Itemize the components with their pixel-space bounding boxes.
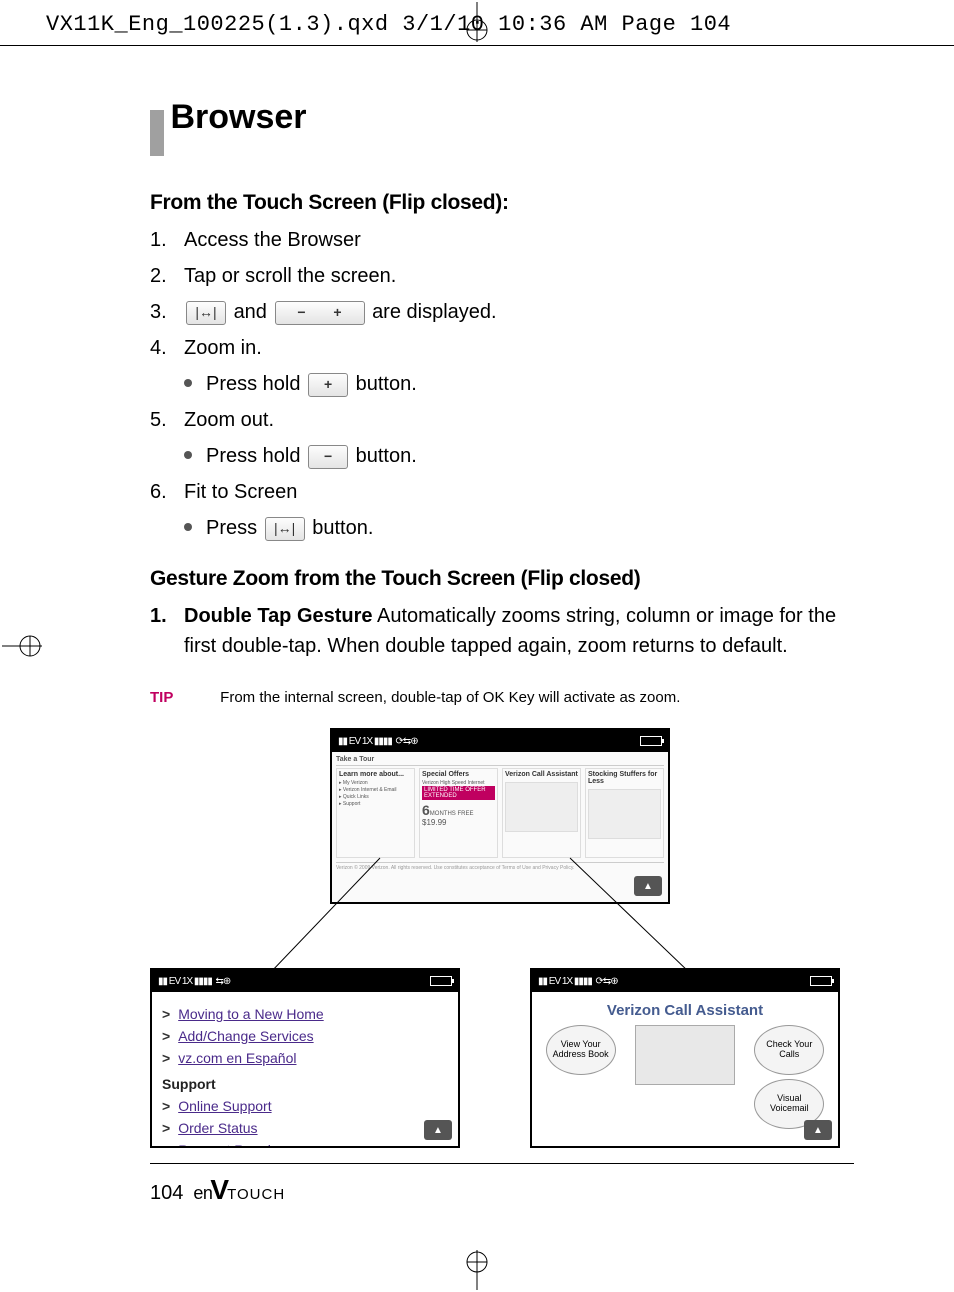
link-request-repair[interactable]: Request Repair xyxy=(162,1142,448,1148)
gesture-list: 1. Double Tap Gesture Automatically zoom… xyxy=(150,601,854,661)
signal-icon: ▮▮ EV 1X ▮▮▮▮ ⟳⇆⊕ xyxy=(538,976,618,987)
brand-logo: enVTOUCH xyxy=(193,1174,285,1206)
step-4: 4.Zoom in. Press hold + button. xyxy=(150,333,854,399)
tip-text: From the internal screen, double-tap of … xyxy=(220,689,680,706)
verizon-sidebar: Learn more about... ▸ My Verizon ▸ Veriz… xyxy=(336,768,415,858)
verizon-offers: Special Offers Verizon High Speed Intern… xyxy=(419,768,498,858)
page-footer: 104 enVTOUCH xyxy=(150,1163,854,1206)
signal-icon: ▮▮ EV 1X ▮▮▮▮ ⟳⇆⊕ xyxy=(338,736,418,747)
zoom-list: Moving to a New Home Add/Change Services… xyxy=(152,992,458,1148)
zoom-image-content: Verizon Call Assistant View Your Address… xyxy=(532,992,838,1135)
battery-icon xyxy=(810,976,832,986)
bubble-address-book: View Your Address Book xyxy=(546,1025,616,1075)
link-order-status[interactable]: Order Status xyxy=(162,1120,448,1136)
step-3: 3. |↔| and −+ are displayed. xyxy=(150,297,854,327)
bubble-check-calls: Check Your Calls xyxy=(754,1025,824,1075)
step-5-sub: Press hold − button. xyxy=(184,441,854,471)
status-bar: ▮▮ EV 1X ▮▮▮▮ ⇆⊕ xyxy=(152,970,458,992)
step-1: 1.Access the Browser xyxy=(150,225,854,255)
zoom-minus-plus-icon: −+ xyxy=(275,301,365,325)
link-espanol[interactable]: vz.com en Español xyxy=(162,1050,448,1066)
title-row: Browser xyxy=(150,98,854,167)
zoom-image-caption: Verizon Call Assistant xyxy=(538,1002,832,1019)
verizon-call-assistant: Verizon Call Assistant xyxy=(502,768,581,858)
tip-row: TIP From the internal screen, double-tap… xyxy=(150,689,854,706)
step-2: 2.Tap or scroll the screen. xyxy=(150,261,854,291)
step-4-sub: Press hold + button. xyxy=(184,369,854,399)
phone-screenshot-main: ▮▮ EV 1X ▮▮▮▮ ⟳⇆⊕ Take a Tour Learn more… xyxy=(330,728,670,904)
scroll-up-button[interactable]: ▲ xyxy=(424,1120,452,1140)
fit-width-icon-2: |↔| xyxy=(265,517,305,541)
page-body: Browser From the Touch Screen (Flip clos… xyxy=(0,46,954,1198)
signal-icon: ▮▮ EV 1X ▮▮▮▮ ⇆⊕ xyxy=(158,976,230,987)
link-online-support[interactable]: Online Support xyxy=(162,1098,448,1114)
title-accent-bar xyxy=(150,110,164,156)
battery-icon xyxy=(640,736,662,746)
phone-screenshot-zoom-text: ▮▮ EV 1X ▮▮▮▮ ⇆⊕ Moving to a New Home Ad… xyxy=(150,968,460,1148)
laptop-graphic xyxy=(635,1025,735,1085)
link-moving[interactable]: Moving to a New Home xyxy=(162,1006,448,1022)
page-number: 104 xyxy=(150,1182,183,1205)
figure-block: ▮▮ EV 1X ▮▮▮▮ ⟳⇆⊕ Take a Tour Learn more… xyxy=(150,728,854,1158)
step-5: 5.Zoom out. Press hold − button. xyxy=(150,405,854,471)
tip-label: TIP xyxy=(150,689,216,706)
minus-icon: − xyxy=(308,445,348,469)
link-add-change[interactable]: Add/Change Services xyxy=(162,1028,448,1044)
fit-width-icon: |↔| xyxy=(186,301,226,325)
crop-mark-bottom xyxy=(457,1250,497,1290)
verizon-page: Take a Tour Learn more about... ▸ My Ver… xyxy=(332,752,668,902)
gesture-step-1: 1. Double Tap Gesture Automatically zoom… xyxy=(150,601,854,661)
phone-screenshot-zoom-image: ▮▮ EV 1X ▮▮▮▮ ⟳⇆⊕ Verizon Call Assistant… xyxy=(530,968,840,1148)
subhead-touchscreen: From the Touch Screen (Flip closed): xyxy=(150,191,854,215)
page-title: Browser xyxy=(170,98,306,137)
print-slug: VX11K_Eng_100225(1.3).qxd 3/1/10 10:36 A… xyxy=(0,0,954,46)
plus-icon: + xyxy=(308,373,348,397)
battery-icon xyxy=(430,976,452,986)
step-6-sub: Press |↔| button. xyxy=(184,513,854,543)
status-bar: ▮▮ EV 1X ▮▮▮▮ ⟳⇆⊕ xyxy=(332,730,668,752)
status-bar: ▮▮ EV 1X ▮▮▮▮ ⟳⇆⊕ xyxy=(532,970,838,992)
subhead-gesture: Gesture Zoom from the Touch Screen (Flip… xyxy=(150,567,854,591)
step-6: 6.Fit to Screen Press |↔| button. xyxy=(150,477,854,543)
scroll-up-button[interactable]: ▲ xyxy=(634,876,662,896)
verizon-stocking: Stocking Stuffers for Less xyxy=(585,768,664,858)
scroll-up-button[interactable]: ▲ xyxy=(804,1120,832,1140)
group-support: Support xyxy=(162,1076,448,1092)
steps-list: 1.Access the Browser 2.Tap or scroll the… xyxy=(150,225,854,543)
